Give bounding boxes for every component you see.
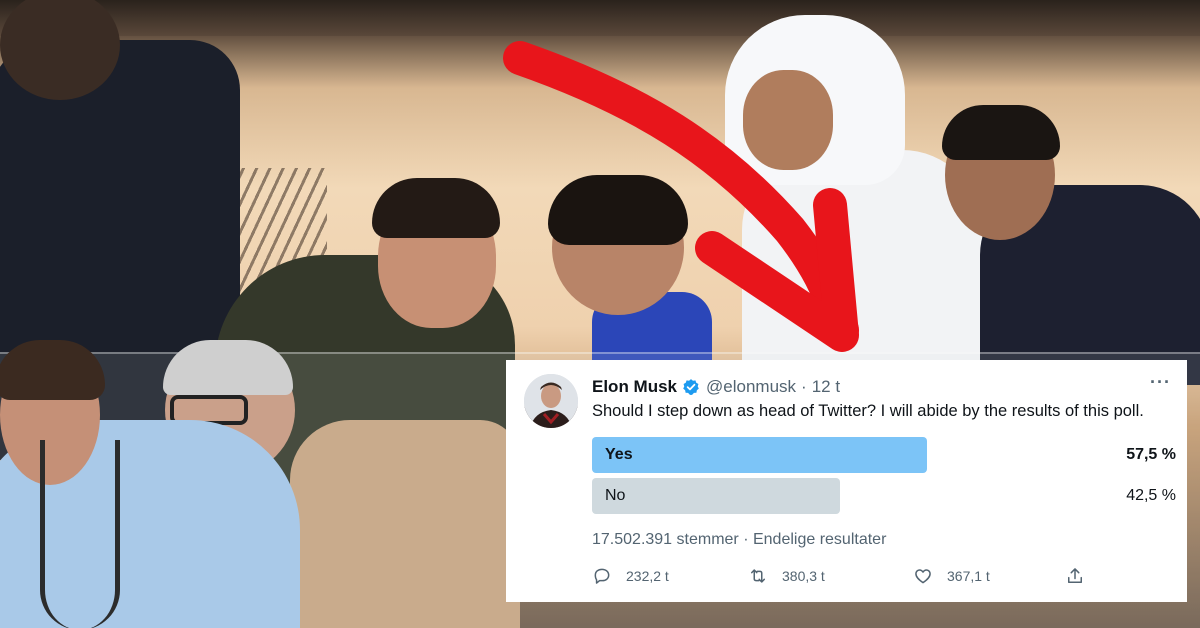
poll-percent-yes: 57,5 % <box>1126 446 1176 463</box>
lanyard <box>40 440 120 628</box>
tweet-actions: 232,2 t 380,3 t 367,1 t <box>592 566 1092 588</box>
verified-badge-icon <box>683 379 699 395</box>
author-name[interactable]: Elon Musk <box>592 377 677 397</box>
reply-button[interactable]: 232,2 t <box>592 566 669 586</box>
poll-status: Endelige resultater <box>752 531 887 548</box>
like-count: 367,1 t <box>947 568 990 584</box>
poll-bar-yes <box>592 437 927 473</box>
tweet-timestamp[interactable]: 12 t <box>812 377 840 397</box>
person-green-shirt-hair <box>372 178 500 238</box>
poll-option-yes: Yes 57,5 % <box>592 437 1176 473</box>
reply-count: 232,2 t <box>626 568 669 584</box>
poll-option-no: No 42,5 % <box>592 478 1176 514</box>
like-button[interactable]: 367,1 t <box>913 566 990 586</box>
retweet-icon <box>751 569 765 583</box>
poll-label-no: No <box>605 487 626 504</box>
header-separator: · <box>801 377 807 396</box>
tweet-text: Should I step down as head of Twitter? I… <box>592 402 1144 420</box>
more-icon[interactable]: ··· <box>1150 372 1171 393</box>
poll-bar-no <box>592 478 840 514</box>
person-glasses-hair <box>163 340 293 395</box>
author-handle[interactable]: @elonmusk <box>706 377 796 397</box>
person-right-hair <box>942 105 1060 160</box>
poll-percent-no: 42,5 % <box>1126 487 1176 504</box>
poll-votes: 17.502.391 stemmer <box>592 531 739 548</box>
poll-meta: 17.502.391 stemmer · Endelige resultater <box>592 531 886 549</box>
retweet-button[interactable]: 380,3 t <box>748 566 825 586</box>
beige-jacket <box>290 420 520 628</box>
child-hair <box>548 175 688 245</box>
share-icon <box>1068 568 1082 583</box>
tweet-header: Elon Musk @elonmusk · 12 t <box>592 376 840 398</box>
profile-photo-icon <box>524 374 578 428</box>
retweet-count: 380,3 t <box>782 568 825 584</box>
reply-icon <box>594 568 610 584</box>
avatar[interactable] <box>524 374 578 428</box>
person-white-thobe-face <box>743 70 833 170</box>
ceiling-beam <box>0 0 1200 36</box>
tweet-card[interactable]: Elon Musk @elonmusk · 12 t ··· Should I … <box>506 360 1187 602</box>
like-icon <box>915 569 931 584</box>
share-button[interactable] <box>1065 566 1099 586</box>
poll-meta-separator: · <box>743 531 749 548</box>
poll-label-yes: Yes <box>605 446 633 463</box>
